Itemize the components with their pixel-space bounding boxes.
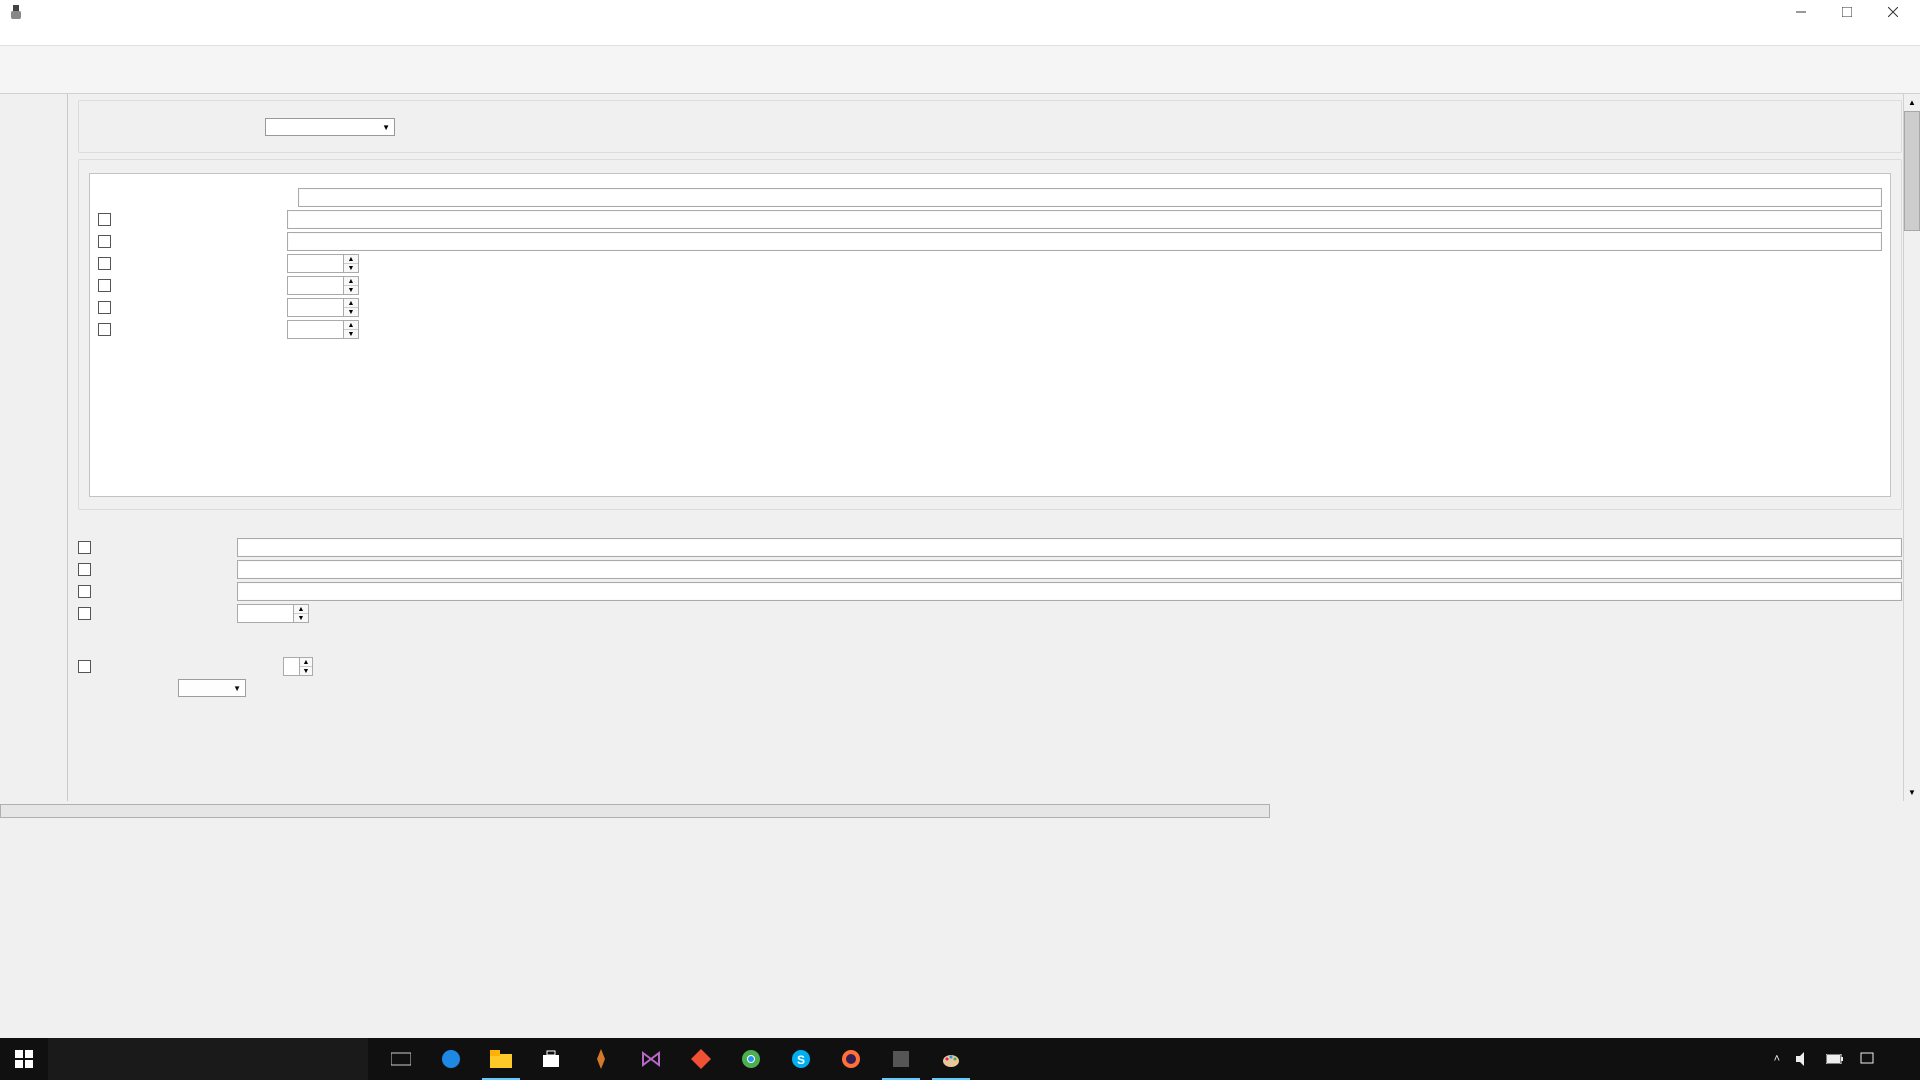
- min-level-checkbox[interactable]: [98, 257, 111, 270]
- app-icon: [4, 0, 28, 24]
- fork-count-value[interactable]: [283, 657, 299, 676]
- file-explorer-icon[interactable]: [476, 1038, 526, 1080]
- scroll-up-icon[interactable]: ▲: [1904, 94, 1920, 111]
- load-shells-checkbox[interactable]: [78, 585, 91, 598]
- progress-bar: [0, 804, 1270, 818]
- spin-down-icon[interactable]: ▼: [344, 264, 358, 272]
- spin-down-icon[interactable]: ▼: [294, 614, 308, 622]
- spin-down-icon[interactable]: ▼: [300, 667, 312, 675]
- fork-mode-checkbox[interactable]: [78, 660, 91, 673]
- minimize-button[interactable]: [1778, 0, 1824, 24]
- content-area: ▼: [68, 94, 1920, 821]
- git-icon[interactable]: [676, 1038, 726, 1080]
- external-mode-input[interactable]: [287, 210, 1882, 229]
- spin-up-icon[interactable]: ▲: [300, 658, 312, 667]
- spin-down-icon[interactable]: ▼: [344, 330, 358, 338]
- spin-up-icon[interactable]: ▲: [344, 299, 358, 308]
- spin-up-icon[interactable]: ▲: [344, 277, 358, 286]
- max-level-checkbox[interactable]: [98, 279, 111, 292]
- load-users-checkbox[interactable]: [78, 541, 91, 554]
- tray-expand-icon[interactable]: ˄: [1766, 1053, 1788, 1065]
- maximize-button[interactable]: [1824, 0, 1870, 24]
- fork-count-spinner[interactable]: ▲▼: [283, 657, 313, 676]
- taskbar-search[interactable]: [48, 1038, 368, 1080]
- volume-icon[interactable]: [1788, 1052, 1818, 1066]
- vertical-scrollbar[interactable]: ▲ ▼: [1903, 94, 1920, 801]
- max-level-spinner[interactable]: ▲▼: [287, 276, 359, 295]
- session-details-group: ▼: [78, 100, 1902, 153]
- scroll-down-icon[interactable]: ▼: [1904, 784, 1920, 801]
- max-level-value[interactable]: [287, 276, 343, 295]
- system-tray: ˄: [1766, 1052, 1920, 1066]
- end-index-spinner[interactable]: ▲▼: [287, 320, 359, 339]
- side-rail: [0, 94, 68, 821]
- hash-format-combo[interactable]: ▼: [265, 118, 395, 136]
- spin-down-icon[interactable]: ▼: [344, 286, 358, 294]
- input-selectors-label: [78, 516, 1902, 530]
- johnny-taskbar-icon[interactable]: [876, 1038, 926, 1080]
- start-index-value[interactable]: [287, 298, 343, 317]
- external-mode-checkbox[interactable]: [98, 213, 111, 226]
- markov-mode-input[interactable]: [298, 188, 1882, 207]
- spin-up-icon[interactable]: ▲: [294, 605, 308, 614]
- battery-icon[interactable]: [1818, 1054, 1852, 1064]
- spin-down-icon[interactable]: ▼: [344, 308, 358, 316]
- start-index-checkbox[interactable]: [98, 301, 111, 314]
- parallelization-label: [78, 636, 1902, 650]
- hybrid-mask-checkbox[interactable]: [98, 235, 111, 248]
- scrollbar-thumb[interactable]: [1904, 111, 1920, 231]
- load-shells-input[interactable]: [237, 582, 1902, 601]
- attack-mode-group: ▲▼ ▲▼ ▲▼ ▲▼: [78, 159, 1902, 510]
- load-groups-checkbox[interactable]: [78, 563, 91, 576]
- start-button[interactable]: [0, 1038, 48, 1080]
- chevron-down-icon: ▼: [233, 684, 241, 693]
- min-level-value[interactable]: [287, 254, 343, 273]
- markov-tab-panel: ▲▼ ▲▼ ▲▼ ▲▼: [89, 173, 1891, 497]
- status-bar: [0, 801, 1920, 821]
- edge-icon[interactable]: [426, 1038, 476, 1080]
- toolbar: [0, 46, 1920, 94]
- same-salts-spinner[interactable]: ▲▼: [237, 604, 309, 623]
- firefox-icon[interactable]: [826, 1038, 876, 1080]
- spin-up-icon[interactable]: ▲: [344, 255, 358, 264]
- end-index-value[interactable]: [287, 320, 343, 339]
- min-level-spinner[interactable]: ▲▼: [287, 254, 359, 273]
- load-users-input[interactable]: [237, 538, 1902, 557]
- titlebar: [0, 0, 1920, 24]
- paint-icon[interactable]: [926, 1038, 976, 1080]
- close-button[interactable]: [1870, 0, 1916, 24]
- notifications-icon[interactable]: [1852, 1052, 1882, 1066]
- svg-text:S: S: [797, 1053, 805, 1067]
- spin-up-icon[interactable]: ▲: [344, 321, 358, 330]
- skype-icon[interactable]: S: [776, 1038, 826, 1080]
- visual-studio-icon[interactable]: [626, 1038, 676, 1080]
- openmp-threads-combo[interactable]: ▼: [178, 679, 246, 697]
- hybrid-mask-input[interactable]: [287, 232, 1882, 251]
- taskbar-apps: S: [376, 1038, 976, 1080]
- load-groups-input[interactable]: [237, 560, 1902, 579]
- store-icon[interactable]: [526, 1038, 576, 1080]
- app-icon-1[interactable]: [576, 1038, 626, 1080]
- end-index-checkbox[interactable]: [98, 323, 111, 336]
- windows-taskbar: S ˄: [0, 1038, 1920, 1080]
- same-salts-value[interactable]: [237, 604, 293, 623]
- menubar: [0, 24, 1920, 46]
- task-view-button[interactable]: [376, 1038, 426, 1080]
- same-salts-checkbox[interactable]: [78, 607, 91, 620]
- chevron-down-icon: ▼: [382, 123, 390, 132]
- start-index-spinner[interactable]: ▲▼: [287, 298, 359, 317]
- chrome-icon[interactable]: [726, 1038, 776, 1080]
